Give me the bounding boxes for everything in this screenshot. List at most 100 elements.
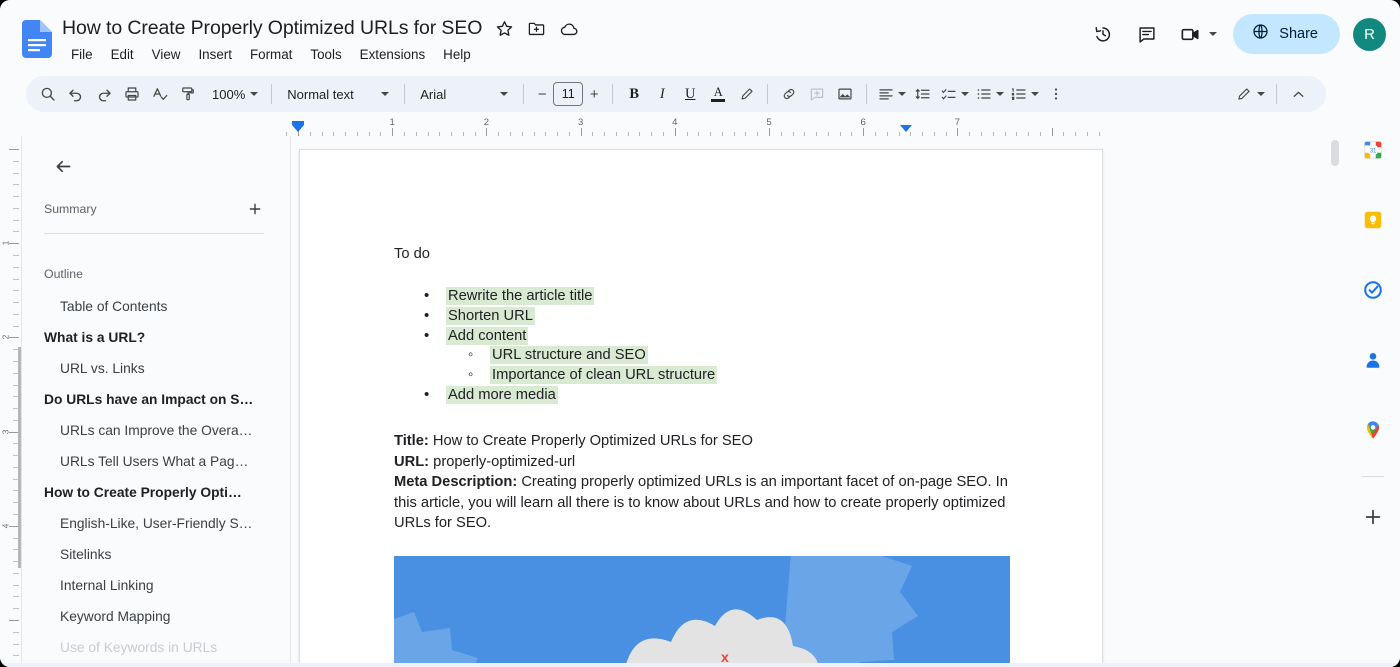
toolbar-divider <box>523 84 524 104</box>
menu-tools[interactable]: Tools <box>301 45 350 64</box>
list-item[interactable]: Add content URL structure and SEO Import… <box>394 327 1010 385</box>
editing-mode-pencil-icon[interactable] <box>1231 80 1269 108</box>
list-item[interactable]: Shorten URL <box>394 307 1010 326</box>
outline-item[interactable]: URL vs. Links <box>22 353 290 384</box>
outline-item[interactable]: Internal Linking <box>22 570 290 601</box>
outline-item[interactable]: Do URLs have an Impact on S… <box>22 384 290 415</box>
font-family-selector[interactable]: Arial <box>412 80 516 108</box>
ruler-tick <box>957 128 958 136</box>
page-title[interactable]: How to Create Properly Optimized URLs fo… <box>62 17 482 40</box>
text-align-icon[interactable] <box>874 80 909 108</box>
outline-list: Table of ContentsWhat is a URL?URL vs. L… <box>22 291 290 663</box>
todo-heading: To do <box>394 245 1010 264</box>
zoom-level-selector[interactable]: 100% <box>202 80 264 108</box>
menu-bar: File Edit View Insert Format Tools Exten… <box>62 45 480 64</box>
bulleted-list-icon[interactable] <box>972 80 1007 108</box>
outline-item[interactable]: Table of Contents <box>22 291 290 322</box>
spelling-grammar-check-icon[interactable] <box>146 80 174 108</box>
google-calendar-icon[interactable]: 31 <box>1357 134 1389 166</box>
paragraph-style-selector[interactable]: Normal text <box>279 80 397 108</box>
left-indent-marker[interactable] <box>292 125 304 132</box>
add-on-plus-icon[interactable] <box>1357 501 1389 533</box>
ruler-tick <box>486 128 487 136</box>
share-button[interactable]: Share <box>1233 14 1340 54</box>
add-summary-plus-icon[interactable] <box>242 196 268 222</box>
document-body[interactable]: To do Rewrite the article title Shorten … <box>394 245 1010 667</box>
highlight-color-icon[interactable] <box>732 80 760 108</box>
chevron-down-icon <box>898 92 906 96</box>
comment-history-icon[interactable] <box>1127 14 1167 54</box>
outline-item[interactable]: Use of Keywords in URLs <box>22 632 290 663</box>
menu-view[interactable]: View <box>143 45 190 64</box>
google-maps-icon[interactable] <box>1357 414 1389 446</box>
google-keep-icon[interactable] <box>1357 204 1389 236</box>
add-comment-icon[interactable] <box>803 80 831 108</box>
text-color-button[interactable]: A <box>704 80 732 108</box>
outline-item[interactable]: English-Like, User-Friendly S… <box>22 508 290 539</box>
meta-information-block[interactable]: Title: How to Create Properly Optimized … <box>394 431 1010 533</box>
font-size-input[interactable]: 11 <box>553 82 583 106</box>
list-item[interactable]: Rewrite the article title <box>394 287 1010 306</box>
menu-insert[interactable]: Insert <box>189 45 241 64</box>
numbered-list-icon[interactable] <box>1007 80 1042 108</box>
redo-icon[interactable] <box>90 80 118 108</box>
italic-button[interactable]: I <box>648 80 676 108</box>
google-docs-logo-icon[interactable] <box>22 20 52 58</box>
vertical-ruler[interactable]: 1234 <box>0 136 22 667</box>
vertical-ruler-tick <box>13 302 19 303</box>
scrollbar-thumb[interactable] <box>1331 140 1339 166</box>
star-icon[interactable] <box>495 19 514 38</box>
vertical-ruler-tick <box>13 596 19 597</box>
bold-button[interactable]: B <box>620 80 648 108</box>
ruler-number: 1 <box>390 117 395 128</box>
outline-item[interactable]: Sitelinks <box>22 539 290 570</box>
back-arrow-icon[interactable] <box>44 147 82 185</box>
chevron-down-icon[interactable] <box>1209 32 1217 36</box>
ruler-number: 3 <box>578 117 583 128</box>
vertical-margin-bar[interactable] <box>18 347 21 568</box>
google-meet-icon[interactable] <box>1171 14 1223 54</box>
search-icon[interactable] <box>34 80 62 108</box>
outline-item[interactable]: What is a URL? <box>22 322 290 353</box>
menu-extensions[interactable]: Extensions <box>351 45 435 64</box>
version-history-icon[interactable] <box>1083 14 1123 54</box>
right-indent-marker[interactable] <box>900 125 912 132</box>
insert-link-icon[interactable] <box>775 80 803 108</box>
move-to-folder-icon[interactable] <box>527 19 546 38</box>
increase-font-size-button[interactable]: + <box>583 82 605 106</box>
list-item[interactable]: Add more media <box>394 386 1010 405</box>
paint-format-icon[interactable] <box>174 80 202 108</box>
menu-format[interactable]: Format <box>241 45 301 64</box>
document-canvas[interactable]: To do Rewrite the article title Shorten … <box>290 136 1325 667</box>
vertical-ruler-number: 1 <box>1 241 11 246</box>
checklist-icon[interactable] <box>937 80 972 108</box>
print-icon[interactable] <box>118 80 146 108</box>
outline-item[interactable]: URLs Tell Users What a Pag… <box>22 446 290 477</box>
line-spacing-icon[interactable] <box>909 80 937 108</box>
insert-image-icon[interactable] <box>831 80 859 108</box>
undo-icon[interactable] <box>62 80 90 108</box>
menu-file[interactable]: File <box>62 45 102 64</box>
hide-menus-chevron-up-icon[interactable] <box>1284 80 1312 108</box>
horizontal-ruler[interactable]: 1234567 <box>0 116 1400 136</box>
menu-help[interactable]: Help <box>434 45 480 64</box>
first-line-indent-marker[interactable] <box>292 121 304 125</box>
list-item[interactable]: Importance of clean URL structure <box>446 366 1010 385</box>
saved-to-drive-cloud-icon[interactable] <box>559 19 579 39</box>
list-item[interactable]: URL structure and SEO <box>446 346 1010 365</box>
document-outline-sidebar: Summary Outline Table of ContentsWhat is… <box>22 136 290 667</box>
vertical-ruler-tick <box>13 161 19 162</box>
menu-edit[interactable]: Edit <box>102 45 143 64</box>
outline-item[interactable]: How to Create Properly Opti… <box>22 477 290 508</box>
document-image[interactable]: o x <box>394 556 1010 667</box>
google-contacts-icon[interactable] <box>1357 344 1389 376</box>
decrease-font-size-button[interactable]: − <box>531 82 553 106</box>
google-tasks-icon[interactable] <box>1357 274 1389 306</box>
underline-button[interactable]: U <box>676 80 704 108</box>
outline-item[interactable]: URLs can Improve the Overa… <box>22 415 290 446</box>
more-options-icon[interactable] <box>1042 80 1070 108</box>
document-page[interactable]: To do Rewrite the article title Shorten … <box>299 149 1103 667</box>
outline-item[interactable]: Keyword Mapping <box>22 601 290 632</box>
document-vertical-scrollbar[interactable] <box>1329 136 1341 667</box>
avatar[interactable]: R <box>1353 18 1386 51</box>
